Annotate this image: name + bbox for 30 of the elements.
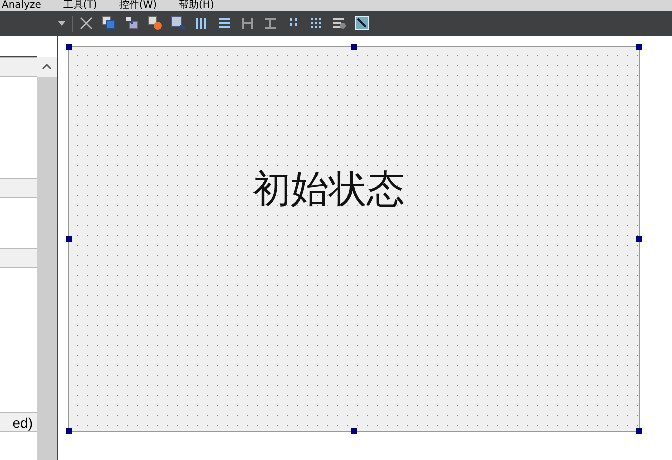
menu-item[interactable]: 工具(T): [63, 0, 98, 11]
adjust-size-icon[interactable]: [355, 16, 370, 31]
menu-item[interactable]: 控件(W): [119, 0, 158, 11]
resize-handle[interactable]: [636, 428, 642, 434]
menu-item[interactable]: 帮助(H): [179, 0, 214, 11]
form-label: 初始状态: [253, 166, 405, 212]
close-icon[interactable]: [79, 16, 94, 31]
resize-handle[interactable]: [636, 44, 642, 50]
scrollbar[interactable]: [37, 57, 57, 460]
resize-handle[interactable]: [66, 428, 72, 434]
property-group-header[interactable]: ed): [0, 412, 37, 432]
resize-handle[interactable]: [66, 44, 72, 50]
tab-order-icon[interactable]: [148, 16, 163, 31]
dropdown-caret-icon[interactable]: [58, 21, 66, 26]
resize-handle[interactable]: [66, 236, 72, 242]
resize-handle[interactable]: [351, 44, 357, 50]
split-vertical-icon[interactable]: [263, 16, 278, 31]
resize-handle[interactable]: [351, 428, 357, 434]
resize-handle[interactable]: [636, 236, 642, 242]
send-back-icon[interactable]: [125, 16, 140, 31]
menu-item[interactable]: Analyze: [2, 0, 42, 11]
grid-layout-icon[interactable]: [309, 16, 324, 31]
scroll-up-icon[interactable]: [42, 64, 52, 70]
bring-front-icon[interactable]: [102, 16, 117, 31]
rows-icon[interactable]: [217, 16, 232, 31]
split-horizontal-icon[interactable]: [240, 16, 255, 31]
columns-icon[interactable]: [194, 16, 209, 31]
buddy-icon[interactable]: [171, 16, 186, 31]
form-canvas[interactable]: 初始状态: [68, 46, 640, 432]
break-layout-icon[interactable]: [332, 16, 347, 31]
